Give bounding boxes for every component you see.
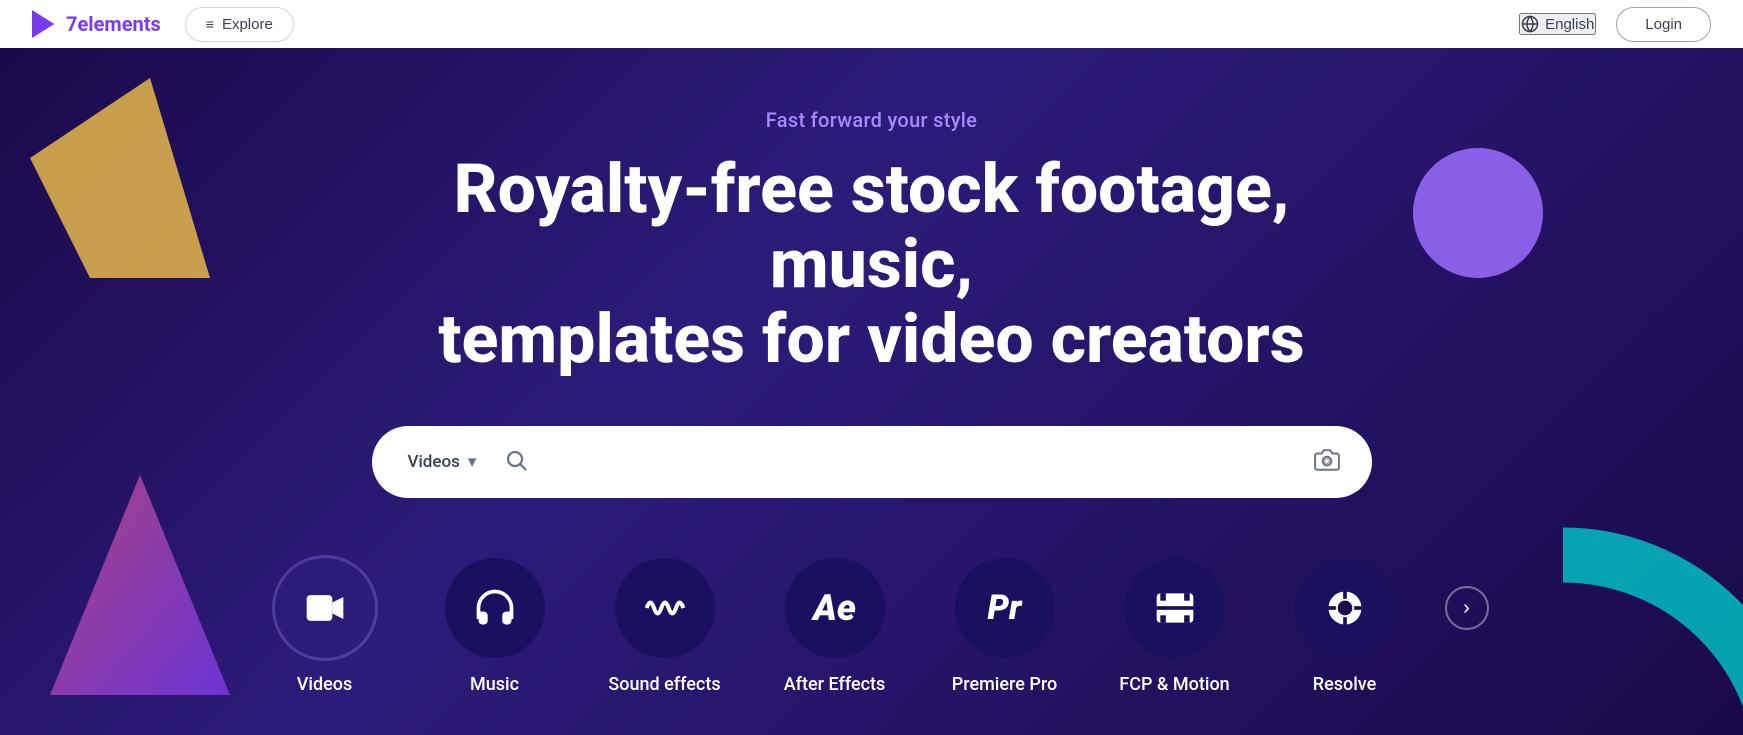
category-item-resolve[interactable]: Resolve: [1275, 558, 1415, 695]
pink-triangle-shape: [50, 475, 230, 675]
premiere-pro-icon-circle: Pr: [955, 558, 1055, 658]
category-item-after-effects[interactable]: Ae After Effects: [765, 558, 905, 695]
hamburger-icon: ≡: [206, 16, 214, 32]
hero-subtitle: Fast forward your style: [766, 108, 977, 132]
hero-title-line2: templates for video creators: [438, 299, 1304, 379]
ae-text-icon: Ae: [813, 587, 856, 629]
hero-title: Royalty-free stock footage, music, templ…: [422, 152, 1322, 376]
headphones-icon: [473, 586, 517, 630]
pr-text-icon: Pr: [988, 588, 1022, 628]
camera-icon-wrap[interactable]: [1302, 447, 1352, 477]
sound-effects-icon-circle: [615, 558, 715, 658]
header-left: 7elements ≡ Explore: [32, 7, 294, 42]
purple-circle-shape: [1413, 148, 1543, 278]
videos-icon-circle: [275, 558, 375, 658]
category-item-fcp-motion[interactable]: FCP & Motion: [1105, 558, 1245, 695]
explore-label: Explore: [222, 16, 273, 33]
category-item-videos[interactable]: Videos: [255, 558, 395, 695]
category-item-sound-effects[interactable]: Sound effects: [595, 558, 735, 695]
fcp-motion-label: FCP & Motion: [1119, 674, 1229, 695]
search-icon-wrap: [492, 448, 540, 476]
categories-row: Videos Music Sound effects: [255, 558, 1489, 735]
after-effects-icon-circle: Ae: [785, 558, 885, 658]
fcp-motion-icon-circle: [1125, 558, 1225, 658]
music-label: Music: [470, 674, 519, 695]
language-button[interactable]: English: [1519, 13, 1596, 35]
video-camera-icon: [303, 586, 347, 630]
yellow-shape: [30, 78, 250, 278]
chevron-right-icon: ›: [1463, 597, 1470, 620]
hero-section: Fast forward your style Royalty-free sto…: [0, 48, 1743, 735]
category-item-music[interactable]: Music: [425, 558, 565, 695]
hero-title-line1: Royalty-free stock footage, music,: [454, 149, 1290, 304]
sound-effects-label: Sound effects: [608, 674, 720, 695]
search-icon: [504, 448, 528, 472]
explore-button[interactable]: ≡ Explore: [185, 7, 294, 42]
next-arrow-button[interactable]: ›: [1445, 586, 1489, 630]
search-bar: Videos ▾: [372, 426, 1372, 498]
search-input[interactable]: [540, 452, 1301, 472]
header: 7elements ≡ Explore English Login: [0, 0, 1743, 48]
soundwave-icon: [643, 586, 687, 630]
music-icon-circle: [445, 558, 545, 658]
language-label: English: [1545, 16, 1594, 33]
camera-icon: [1314, 447, 1340, 473]
videos-label: Videos: [297, 674, 352, 695]
resolve-icon-circle: [1295, 558, 1395, 658]
login-label: Login: [1645, 16, 1682, 33]
teal-arc-shape: [1483, 475, 1743, 735]
film-icon: [1153, 586, 1197, 630]
login-button[interactable]: Login: [1616, 7, 1711, 42]
resolve-icon: [1323, 586, 1367, 630]
logo-icon: [32, 10, 60, 38]
chevron-down-icon: ▾: [468, 452, 477, 472]
globe-icon: [1521, 15, 1539, 33]
search-dropdown-label: Videos: [408, 452, 460, 472]
premiere-pro-label: Premiere Pro: [952, 674, 1057, 695]
logo-text: 7elements: [66, 12, 161, 36]
resolve-label: Resolve: [1313, 674, 1377, 695]
header-right: English Login: [1519, 7, 1711, 42]
after-effects-label: After Effects: [784, 674, 886, 695]
search-dropdown[interactable]: Videos ▾: [392, 452, 493, 472]
category-item-premiere-pro[interactable]: Pr Premiere Pro: [935, 558, 1075, 695]
logo[interactable]: 7elements: [32, 10, 161, 38]
